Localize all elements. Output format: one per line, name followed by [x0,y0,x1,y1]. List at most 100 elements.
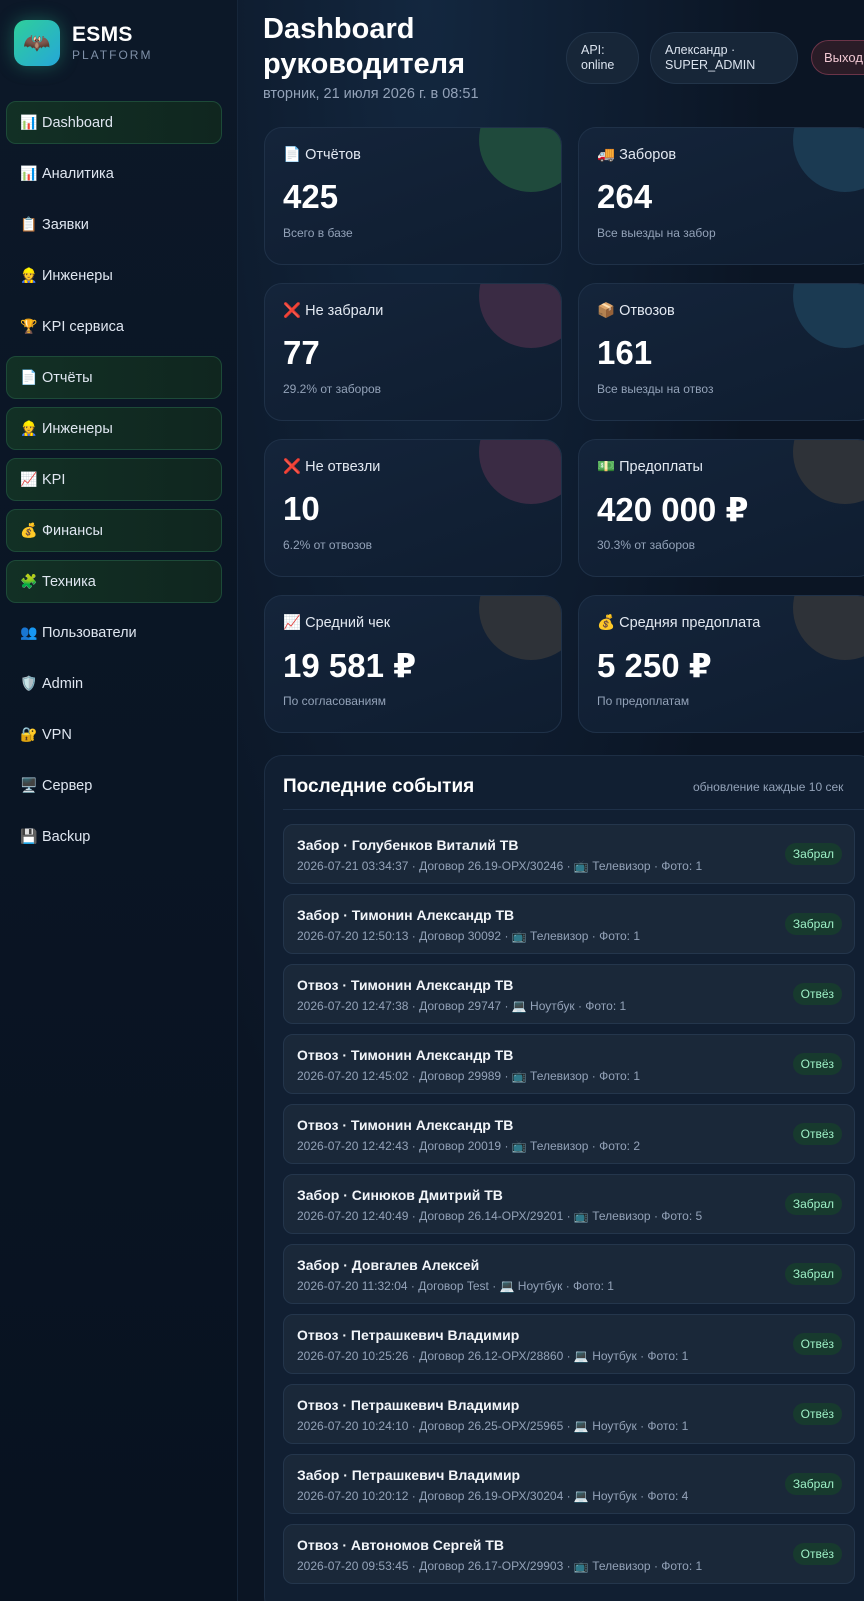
nav-icon: 📋 [20,216,38,232]
nav-icon: 🏆 [20,318,38,334]
stat-label-text: Заборов [619,147,677,163]
event-row[interactable]: Забор · Тимонин Александр ТВ 2026-07-20 1… [283,894,855,954]
stat-label-text: Отвозов [619,303,675,319]
decorative-circle [479,596,561,660]
stat-value: 10 [283,490,320,527]
event-meta: 2026-07-20 12:50:13 · Договор 30092 · 📺 … [297,929,641,943]
event-meta: 2026-07-20 10:20:12 · Договор 26.19-ОРХ/… [297,1489,689,1503]
event-status-badge: Отвёз [792,1543,842,1565]
stat-label: ❌ Не забрали [283,302,383,319]
stat-card: 📄 Отчётов 425 Всего в базе [264,127,562,265]
sidebar-item-label: Отчёты [42,369,93,386]
sidebar-item-0[interactable]: 📊 Dashboard [6,101,222,144]
brand-name: ESMS [72,23,133,46]
stat-card: ❌ Не забрали 77 29.2% от заборов [264,283,562,421]
stat-caption: По согласованиям [283,694,387,708]
page-date: вторник, 21 июля 2026 г. в 08:51 [263,86,479,102]
stat-icon: 📈 [283,615,302,631]
nav-icon: 👥 [20,624,38,640]
sidebar-item-label: Пользователи [42,624,137,641]
event-row[interactable]: Отвоз · Тимонин Александр ТВ 2026-07-20 1… [283,1104,855,1164]
sidebar-item-3[interactable]: 👷 Инженеры [6,254,222,297]
sidebar-item-label: KPI сервиса [42,318,124,335]
event-meta: 2026-07-20 12:47:38 · Договор 29747 · 💻 … [297,999,627,1013]
event-row[interactable]: Отвоз · Петрашкевич Владимир 2026-07-20 1… [283,1384,855,1444]
event-row[interactable]: Отвоз · Петрашкевич Владимир 2026-07-20 1… [283,1314,855,1374]
stat-label-text: Не отвезли [305,459,381,475]
sidebar-item-9[interactable]: 🧩 Техника [6,560,222,603]
sidebar-item-14[interactable]: 💾 Backup [6,815,222,858]
stat-caption: Всего в базе [283,226,353,240]
brand[interactable]: 🦇 ESMS PLATFORM [14,20,152,66]
nav-icon: 👷 [20,420,38,436]
event-row[interactable]: Отвоз · Автономов Сергей ТВ 2026-07-20 09… [283,1524,855,1584]
nav-icon: 📊 [20,165,38,181]
event-title: Забор · Синюков Дмитрий ТВ [297,1187,503,1203]
events-refresh-note: обновление каждые 10 сек [693,780,844,794]
event-meta: 2026-07-21 03:34:37 · Договор 26.19-ОРХ/… [297,859,703,873]
sidebar-item-12[interactable]: 🔐 VPN [6,713,222,756]
event-row[interactable]: Отвоз · Тимонин Александр ТВ 2026-07-20 1… [283,1034,855,1094]
event-row[interactable]: Забор · Голубенков Виталий ТВ 2026-07-21 … [283,824,855,884]
stat-label: 📄 Отчётов [283,146,361,163]
stat-label-text: Средняя предоплата [619,615,761,631]
stat-caption: Все выезды на забор [597,226,716,240]
nav-icon: 📈 [20,471,38,487]
stat-icon: 💰 [597,615,616,631]
stat-label-text: Отчётов [305,147,361,163]
stat-icon: ❌ [283,459,302,475]
nav-icon: 🔐 [20,726,38,742]
event-row[interactable]: Забор · Довгалев Алексей 2026-07-20 11:32… [283,1244,855,1304]
sidebar-item-5[interactable]: 📄 Отчёты [6,356,222,399]
decorative-circle [479,440,561,504]
event-status-badge: Забрал [784,843,842,865]
events-title: Последние события [283,776,475,797]
divider [283,809,864,810]
sidebar-item-13[interactable]: 🖥️ Сервер [6,764,222,807]
stat-card: 💰 Средняя предоплата 5 250 ₽ По предоплата… [578,595,864,733]
event-meta: 2026-07-20 11:32:04 · Договор Test · 💻 Н… [297,1279,614,1293]
nav-icon: 🧩 [20,573,38,589]
stat-value: 77 [283,334,320,371]
logout-button[interactable]: Выход [811,40,864,75]
stat-value: 161 [597,334,653,371]
sidebar-item-2[interactable]: 📋 Заявки [6,203,222,246]
stat-label: 💵 Предоплаты [597,458,703,475]
event-row[interactable]: Забор · Синюков Дмитрий ТВ 2026-07-20 12:… [283,1174,855,1234]
event-row[interactable]: Забор · Петрашкевич Владимир 2026-07-20 1… [283,1454,855,1514]
sidebar-item-label: Финансы [42,522,103,539]
stat-label-text: Средний чек [305,615,391,631]
sidebar-item-8[interactable]: 💰 Финансы [6,509,222,552]
sidebar-item-label: Инженеры [42,420,113,437]
stat-value: 5 250 ₽ [597,647,712,684]
nav-icon: 🛡️ [20,675,38,691]
event-title: Отвоз · Петрашкевич Владимир [297,1327,520,1343]
sidebar-item-1[interactable]: 📊 Аналитика [6,152,222,195]
sidebar-item-7[interactable]: 📈 KPI [6,458,222,501]
stat-icon: 🚚 [597,147,616,163]
event-row[interactable]: Отвоз · Тимонин Александр ТВ 2026-07-20 1… [283,964,855,1024]
event-title: Отвоз · Автономов Сергей ТВ [297,1537,504,1553]
stat-label: 💰 Средняя предоплата [597,614,760,631]
sidebar-item-4[interactable]: 🏆 KPI сервиса [6,305,222,348]
stat-value: 425 [283,178,339,215]
brand-subtitle: PLATFORM [72,48,153,62]
sidebar-item-10[interactable]: 👥 Пользователи [6,611,222,654]
decorative-circle [479,284,561,348]
event-meta: 2026-07-20 10:25:26 · Договор 26.12-ОРХ/… [297,1349,689,1363]
sidebar-nav: 📊 Dashboard 📊 Аналитика 📋 Заявки 👷 Инженеры 🏆 KPI… [6,101,222,866]
stat-icon: 💵 [597,459,616,475]
event-meta: 2026-07-20 12:42:43 · Договор 20019 · 📺 … [297,1139,641,1153]
sidebar-item-11[interactable]: 🛡️ Admin [6,662,222,705]
user-badge[interactable]: Александр · SUPER_ADMIN [650,32,798,84]
stat-label: 📦 Отвозов [597,302,675,319]
stat-icon: 📦 [597,303,616,319]
main-content: Dashboard руководителя вторник, 21 июля … [238,0,864,1601]
stat-label: ❌ Не отвезли [283,458,380,475]
stat-caption: Все выезды на отвоз [597,382,714,396]
sidebar-item-6[interactable]: 👷 Инженеры [6,407,222,450]
event-title: Отвоз · Тимонин Александр ТВ [297,1117,514,1133]
decorative-circle [793,284,864,348]
event-meta: 2026-07-20 09:53:45 · Договор 26.17-ОРХ/… [297,1559,703,1573]
stat-label: 🚚 Заборов [597,146,676,163]
